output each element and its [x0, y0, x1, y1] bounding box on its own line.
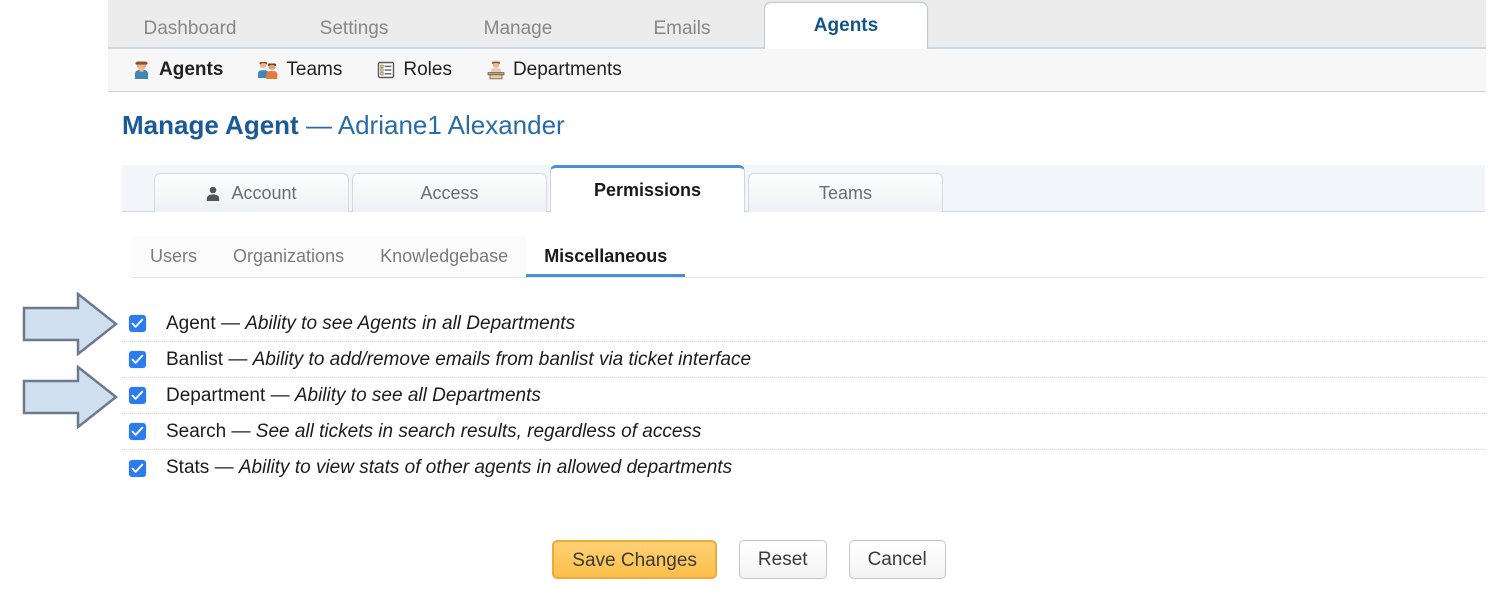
tab-account-label: Account [231, 183, 297, 203]
permission-subtab-list: Users Organizations Knowledgebase Miscel… [132, 236, 1485, 278]
permission-label-search: Search — See all tickets in search resul… [166, 421, 701, 443]
permission-label-department: Department — Ability to see all Departme… [166, 385, 541, 407]
tab-teams-label: Teams [818, 183, 872, 203]
subnav-item-roles[interactable]: Roles [376, 59, 452, 81]
permission-label-banlist: Banlist — Ability to add/remove emails f… [166, 349, 751, 371]
arrow-pointing-agent-row [22, 292, 118, 356]
subnav-label-departments: Departments [512, 59, 622, 80]
tab-access[interactable]: Access [352, 173, 547, 212]
permission-description-agent: Ability to see Agents in all Departments [245, 312, 576, 334]
permission-dash-search: — [231, 420, 251, 442]
tab-emails[interactable]: Emails [600, 9, 764, 49]
checkbox-agent[interactable] [129, 315, 146, 332]
user-silhouette-icon [206, 185, 225, 205]
permission-row-department: Department — Ability to see all Departme… [122, 378, 1485, 414]
reset-button[interactable]: Reset [738, 540, 827, 579]
agent-person-icon [132, 60, 152, 80]
save-changes-button[interactable]: Save Changes [552, 540, 717, 579]
permission-row-agent: Agent — Ability to see Agents in all Dep… [122, 306, 1485, 342]
subnav-item-agents[interactable]: Agents [132, 59, 223, 81]
cancel-button[interactable]: Cancel [848, 540, 946, 579]
subtab-knowledgebase[interactable]: Knowledgebase [362, 236, 527, 277]
permission-description-search: See all tickets in search results, regar… [255, 420, 702, 442]
page-title-subject: Adriane1 Alexander [337, 110, 565, 140]
subtab-miscellaneous[interactable]: Miscellaneous [526, 236, 686, 277]
permission-row-stats: Stats — Ability to view stats of other a… [122, 450, 1485, 486]
checkbox-department[interactable] [129, 387, 146, 404]
subtab-users[interactable]: Users [132, 236, 216, 277]
teams-people-icon [257, 60, 279, 80]
permission-name-department: Department [166, 384, 266, 406]
page-title: Manage Agent — Adriane1 Alexander [122, 110, 565, 141]
permission-row-search: Search — See all tickets in search resul… [122, 414, 1485, 450]
primary-tab-list: Dashboard Settings Manage Emails Agents [108, 0, 928, 49]
primary-tab-bar: Dashboard Settings Manage Emails Agents [108, 0, 1486, 49]
subnav-item-teams[interactable]: Teams [257, 59, 342, 81]
arrow-pointing-department-row [22, 365, 118, 429]
departments-desk-icon [486, 60, 506, 80]
secondary-nav-bar: Agents Teams Roles Departments [108, 49, 1486, 92]
subnav-label-teams: Teams [286, 59, 343, 80]
permission-name-banlist: Banlist [166, 348, 224, 370]
page-title-separator: — [305, 110, 332, 140]
tab-account[interactable]: Account [154, 173, 349, 212]
tab-manage[interactable]: Manage [436, 9, 600, 49]
form-action-buttons: Save Changes Reset Cancel [0, 540, 1498, 579]
page-title-main: Manage Agent [122, 110, 299, 140]
subnav-label-agents: Agents [159, 59, 224, 80]
checkbox-banlist[interactable] [129, 351, 146, 368]
permission-description-stats: Ability to view stats of other agents in… [238, 457, 733, 478]
section-tab-list: Account Access Permissions Teams [154, 165, 946, 212]
permission-dash-stats: — [214, 457, 234, 478]
subnav-item-departments[interactable]: Departments [486, 59, 622, 81]
tab-teams[interactable]: Teams [748, 173, 943, 212]
permission-row-banlist: Banlist — Ability to add/remove emails f… [122, 342, 1485, 378]
permission-description-department: Ability to see all Departments [294, 384, 541, 406]
checkbox-search[interactable] [129, 423, 146, 440]
permission-dash-banlist: — [228, 348, 248, 370]
permission-label-stats: Stats — Ability to view stats of other a… [166, 457, 732, 479]
permission-name-agent: Agent [166, 312, 216, 334]
permission-dash-department: — [270, 384, 290, 406]
tab-settings[interactable]: Settings [272, 9, 436, 49]
permission-name-search: Search [166, 420, 227, 442]
checkbox-stats[interactable] [129, 459, 146, 477]
subnav-label-roles: Roles [403, 59, 452, 80]
roles-list-icon [376, 60, 396, 80]
section-tab-bar: Account Access Permissions Teams [122, 165, 1485, 212]
permission-name-stats: Stats [166, 457, 210, 478]
permission-label-agent: Agent — Ability to see Agents in all Dep… [166, 313, 575, 335]
tab-permissions-label: Permissions [593, 180, 702, 200]
tab-permissions[interactable]: Permissions [550, 165, 745, 212]
tab-agents[interactable]: Agents [764, 2, 928, 49]
permission-dash-agent: — [220, 312, 240, 334]
permission-description-banlist: Ability to add/remove emails from banlis… [252, 348, 752, 370]
tab-access-label: Access [420, 183, 479, 203]
permission-list: Agent — Ability to see Agents in all Dep… [122, 306, 1485, 486]
subtab-organizations[interactable]: Organizations [215, 236, 363, 277]
tab-dashboard[interactable]: Dashboard [108, 9, 272, 49]
